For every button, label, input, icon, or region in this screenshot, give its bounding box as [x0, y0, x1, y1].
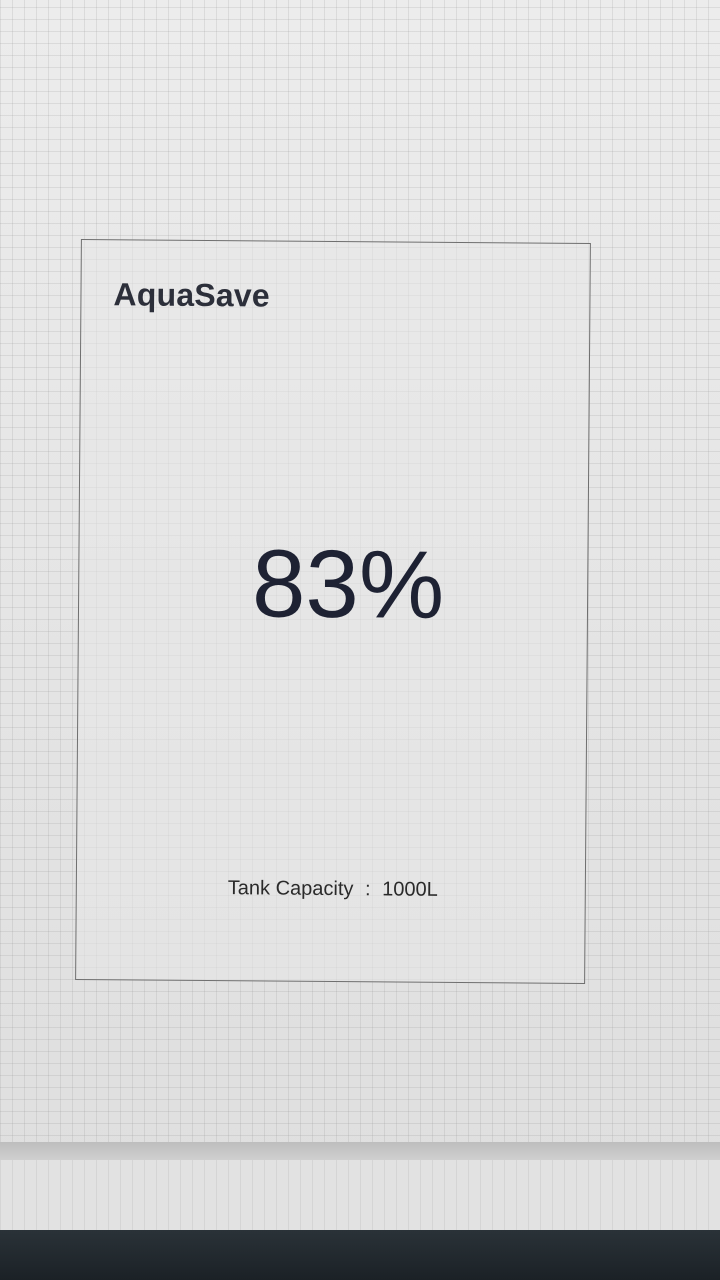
tank-capacity-text: Tank Capacity : 1000L [77, 876, 585, 903]
screen-background: AquaSave 83% Tank Capacity : 1000L [0, 0, 720, 1150]
tank-capacity-label: Tank Capacity [227, 877, 354, 901]
tank-capacity-value: 1000L [382, 878, 438, 901]
app-title: AquaSave [113, 276, 270, 314]
screen-lower-area [0, 1160, 720, 1230]
screen-bottom-edge [0, 1142, 720, 1160]
tank-capacity-separator: : [364, 878, 371, 901]
tank-status-card: AquaSave 83% Tank Capacity : 1000L [75, 239, 591, 984]
water-level-percentage: 83% [251, 530, 445, 639]
monitor-bezel [0, 1230, 720, 1280]
